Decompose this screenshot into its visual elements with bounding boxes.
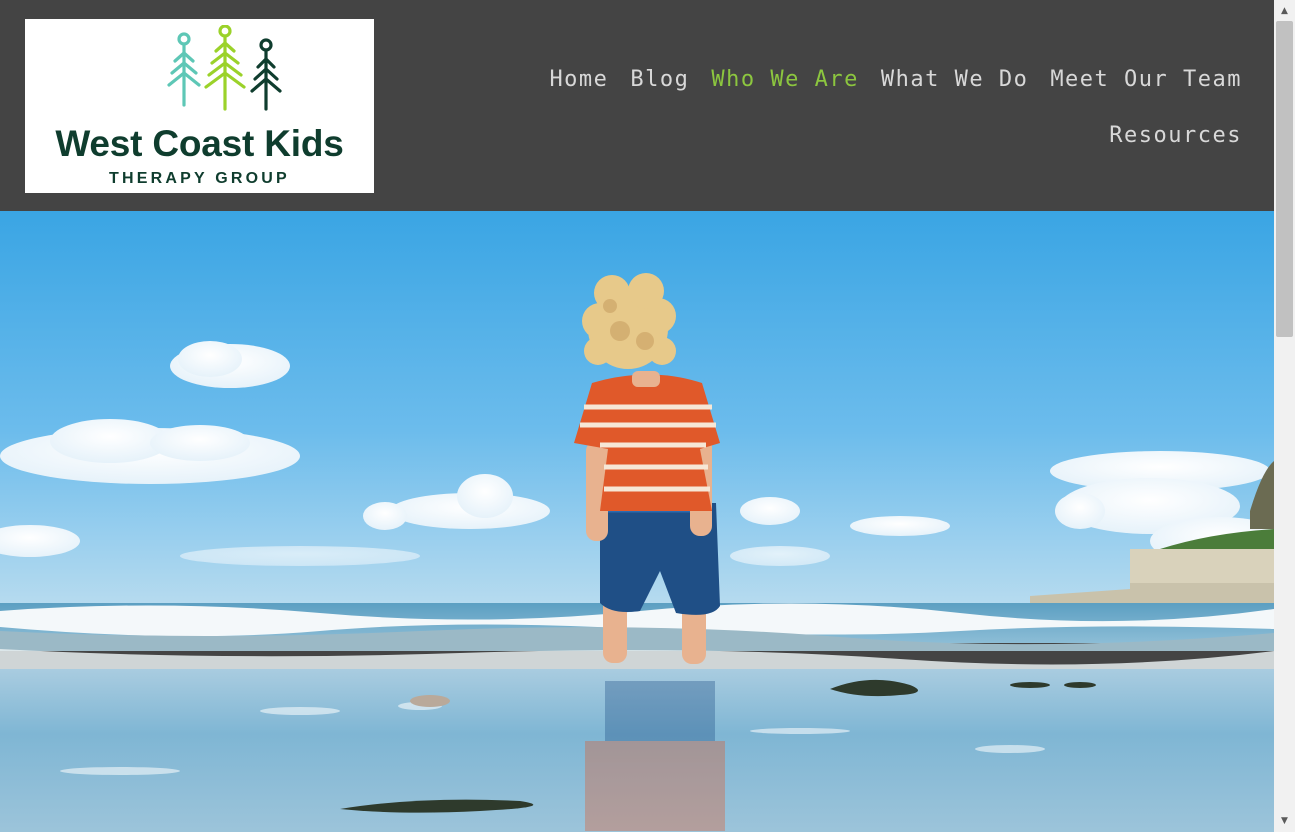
nav-item-home[interactable]: Home: [549, 52, 608, 107]
hero-image: [0, 211, 1274, 832]
nav-item-what-we-do[interactable]: What We Do: [881, 52, 1028, 107]
child-hair: [582, 273, 676, 369]
dark-tree-icon: [250, 38, 282, 111]
logo-name-text: West Coast Kids: [55, 123, 344, 164]
triangle-up-icon[interactable]: ▲: [1274, 2, 1295, 20]
scrollbar-thumb[interactable]: [1276, 21, 1293, 337]
site-logo[interactable]: West Coast Kids THERAPY GROUP: [25, 19, 374, 193]
logo-tagline-text: THERAPY GROUP: [109, 170, 290, 187]
trees-logo-icon: [167, 25, 282, 111]
vertical-scrollbar[interactable]: ▲ ▼: [1274, 0, 1295, 832]
nav-item-meet-our-team[interactable]: Meet Our Team: [1050, 52, 1242, 107]
nav-item-blog[interactable]: Blog: [630, 52, 689, 107]
site-header: West Coast Kids THERAPY GROUP Home Blog Wh…: [0, 0, 1274, 211]
page: West Coast Kids THERAPY GROUP Home Blog Wh…: [0, 0, 1295, 832]
nav-item-who-we-are[interactable]: Who We Are: [711, 52, 858, 107]
lime-tree-icon: [204, 25, 246, 111]
beach-photo: [0, 211, 1274, 832]
teal-tree-icon: [167, 32, 201, 107]
triangle-down-icon[interactable]: ▼: [1274, 812, 1295, 830]
main-nav: Home Blog Who We Are What We Do Meet Our Tea…: [482, 52, 1242, 164]
child-reflection: [585, 681, 725, 831]
nav-item-resources[interactable]: Resources: [1109, 108, 1242, 163]
